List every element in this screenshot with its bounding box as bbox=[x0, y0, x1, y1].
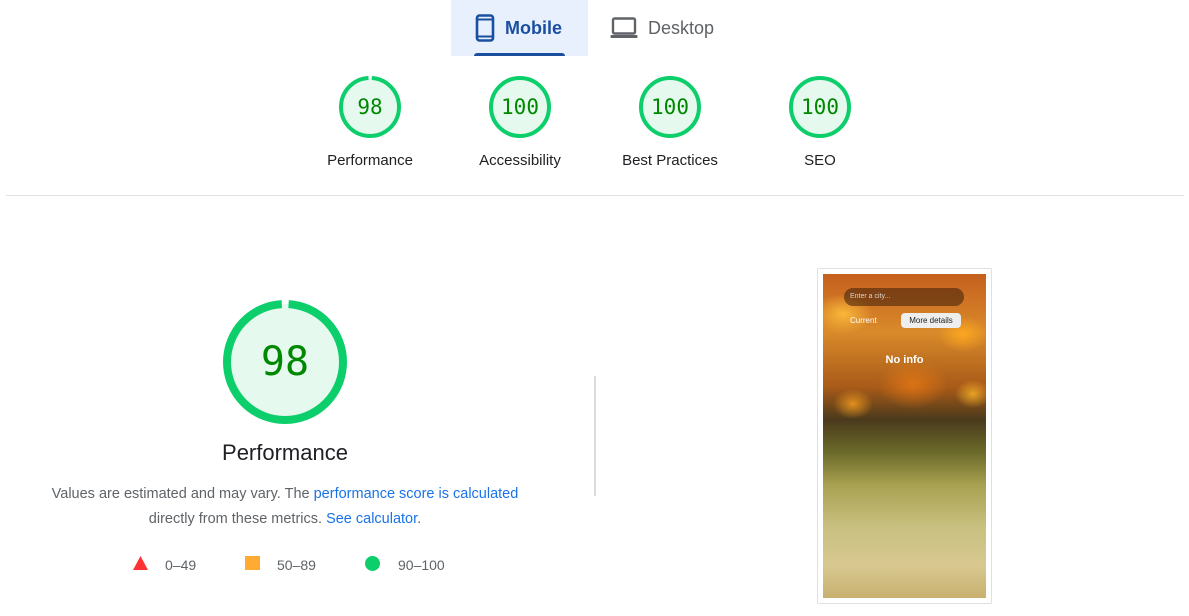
legend-fail: 0–49 bbox=[133, 556, 196, 573]
desc-text: . bbox=[417, 511, 422, 527]
gauge-label: Performance bbox=[327, 152, 413, 169]
legend-average: 50–89 bbox=[245, 556, 316, 573]
score-calculated-link[interactable]: performance score is calculated bbox=[314, 486, 519, 502]
desc-text: Values are estimated and may vary. The bbox=[51, 486, 314, 502]
performance-description: Values are estimated and may vary. The p… bbox=[0, 482, 570, 532]
tab-desktop[interactable]: Desktop bbox=[588, 0, 738, 56]
city-search-input: Enter a city... bbox=[844, 288, 964, 306]
gauge-score: 100 bbox=[501, 95, 539, 119]
laptop-icon bbox=[610, 17, 638, 39]
desc-text: directly from these metrics. bbox=[148, 511, 327, 527]
gauge-seo[interactable]: 100 SEO bbox=[745, 76, 895, 169]
screenshot-image: Enter a city... Current More details No … bbox=[823, 274, 986, 598]
performance-title: Performance bbox=[222, 440, 348, 465]
tab-desktop-label: Desktop bbox=[648, 17, 715, 38]
gauge-label: Accessibility bbox=[479, 152, 561, 169]
gauge-best-practices[interactable]: 100 Best Practices bbox=[595, 76, 745, 169]
gauge-label: SEO bbox=[804, 152, 836, 169]
gauge-score: 100 bbox=[801, 95, 839, 119]
legend-range: 90–100 bbox=[398, 557, 445, 573]
gauge-performance[interactable]: 98 Performance bbox=[295, 76, 445, 169]
square-icon bbox=[245, 556, 260, 573]
tab-mobile-label: Mobile bbox=[505, 17, 562, 38]
legend-range: 50–89 bbox=[277, 556, 316, 573]
performance-score: 98 bbox=[260, 339, 310, 385]
section-divider bbox=[6, 195, 1184, 196]
see-calculator-link[interactable]: See calculator bbox=[326, 511, 417, 527]
vertical-divider bbox=[594, 376, 596, 496]
more-details-button: More details bbox=[901, 313, 961, 328]
gauge-score: 98 bbox=[357, 95, 383, 119]
legend-range: 0–49 bbox=[165, 556, 197, 573]
final-screenshot: Enter a city... Current More details No … bbox=[817, 268, 992, 604]
performance-summary: 98 Performance bbox=[0, 300, 570, 465]
device-tabs: Mobile Desktop bbox=[451, 0, 738, 56]
phone-icon bbox=[475, 14, 495, 42]
gauge-score: 100 bbox=[651, 95, 689, 119]
no-info-text: No info bbox=[885, 354, 924, 366]
score-legend: 0–49 50–89 90–100 bbox=[0, 556, 570, 574]
circle-icon bbox=[365, 556, 380, 574]
tab-mobile[interactable]: Mobile bbox=[451, 0, 588, 56]
category-gauges: 98 Performance 100 Accessibility 100 Bes… bbox=[0, 76, 1189, 176]
gauge-label: Best Practices bbox=[622, 152, 718, 169]
legend-pass: 90–100 bbox=[365, 556, 445, 574]
current-button: Current bbox=[850, 316, 877, 325]
triangle-icon bbox=[133, 556, 148, 573]
gauge-accessibility[interactable]: 100 Accessibility bbox=[445, 76, 595, 169]
